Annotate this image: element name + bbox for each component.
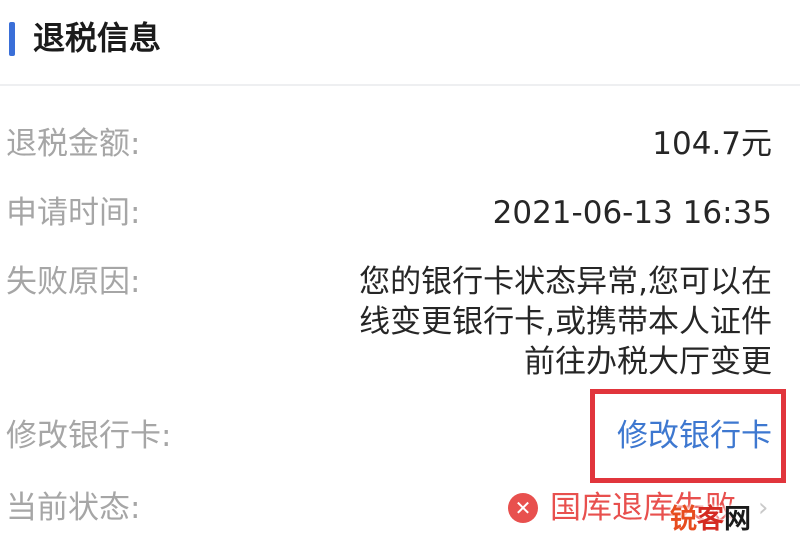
chevron-right-icon: › [758, 493, 769, 523]
failure-reason-value: 您的银行卡状态异常,您可以在 线变更银行卡,或携带本人证件 前往办税大厅变更 [342, 262, 772, 382]
failure-reason-line: 线变更银行卡,或携带本人证件 [359, 304, 772, 340]
refund-amount-label: 退税金额: [6, 126, 141, 162]
refund-amount-value: 104.7元 [652, 126, 772, 162]
apply-time-value: 2021-06-13 16:35 [492, 195, 772, 231]
watermark-char: 客 [697, 504, 724, 535]
failure-reason-label: 失败原因: [6, 264, 141, 300]
watermark-char: 网 [724, 504, 751, 535]
current-status-label: 当前状态: [6, 490, 141, 526]
section-title: 退税信息 [33, 19, 162, 57]
section-header: 退税信息 [0, 0, 800, 86]
failure-reason-line: 您的银行卡状态异常,您可以在 [359, 264, 772, 300]
failure-reason-line: 前往办税大厅变更 [524, 344, 772, 380]
section-accent-bar [9, 22, 15, 56]
modify-card-label: 修改银行卡: [6, 418, 172, 454]
watermark-logo: 锐客网 [670, 503, 751, 537]
error-circle-icon: ✕ [508, 493, 538, 523]
apply-time-label: 申请时间: [6, 195, 141, 231]
modify-bank-card-link[interactable]: 修改银行卡 [617, 416, 772, 456]
watermark-char: 锐 [670, 504, 697, 535]
